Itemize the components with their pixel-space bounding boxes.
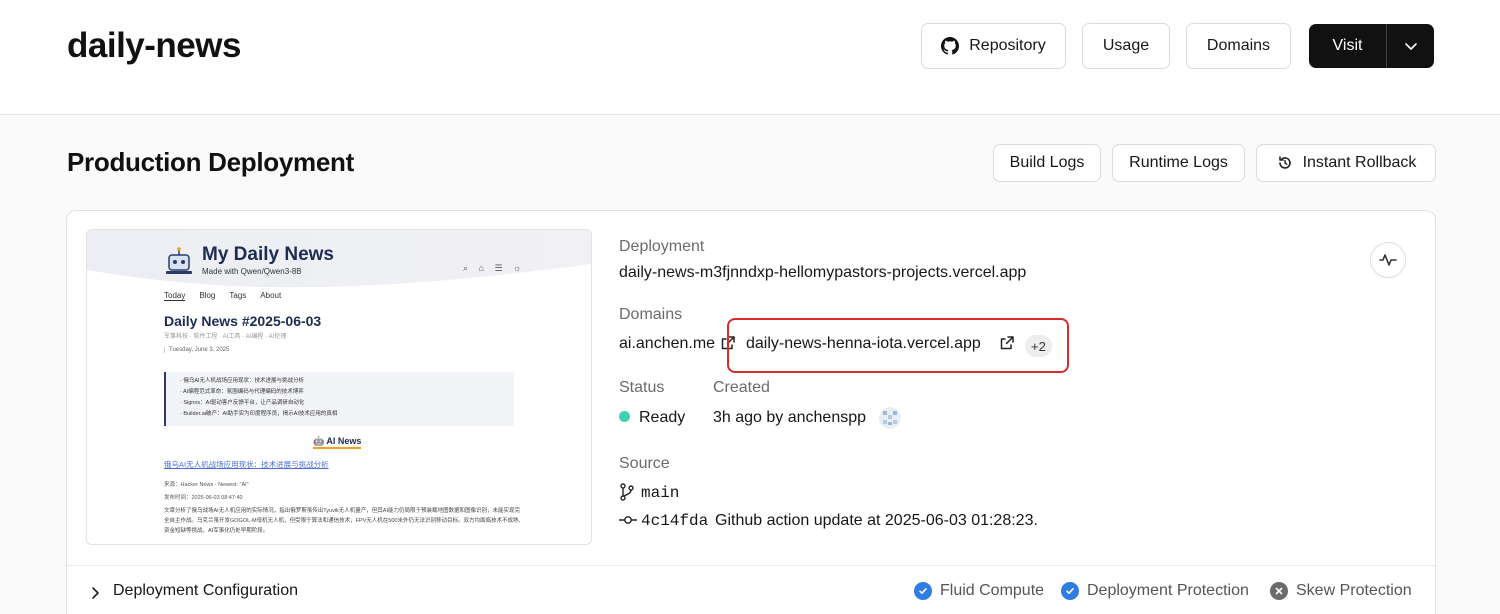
build-logs-button[interactable]: Build Logs — [993, 144, 1101, 182]
preview-site-subtitle: Made with Qwen/Qwen3-8B — [202, 267, 302, 276]
usage-label: Usage — [1102, 37, 1150, 54]
preview-site-title: My Daily News — [202, 244, 334, 265]
avatar[interactable] — [879, 407, 901, 429]
feature-label: Skew Protection — [1296, 582, 1412, 599]
preview-summary-box: · 俄乌AI无人机战场应用现状：技术进展与挑战分析 · AI编程范式革命：氛围编… — [164, 372, 514, 426]
repository-button[interactable]: Repository — [921, 23, 1066, 69]
preview-article-time: 发布时间：2025-06-03 08:47:40 — [164, 495, 243, 501]
deployment-configuration-label: Deployment Configuration — [113, 582, 298, 599]
runtime-logs-label: Runtime Logs — [1129, 154, 1228, 171]
visit-split-button: Visit — [1309, 24, 1434, 68]
activity-button[interactable] — [1370, 242, 1406, 278]
deployment-preview[interactable]: My Daily News Made with Qwen/Qwen3-8B ⌕ … — [86, 229, 592, 545]
instant-rollback-label: Instant Rollback — [1302, 154, 1417, 171]
instant-rollback-button[interactable]: Instant Rollback — [1256, 144, 1436, 182]
preview-nav-item: Tags — [229, 291, 247, 300]
commit-hash[interactable]: 4c14fda — [641, 512, 708, 530]
status-ready-dot — [619, 411, 630, 422]
check-circle-icon — [1061, 582, 1079, 600]
created-value: 3h ago by anchenspp — [713, 409, 867, 426]
preview-summary-item: · Builder.ai破产：AI助手实为印度程序员，揭示AI技术应用的真相 — [180, 411, 338, 417]
source-label: Source — [619, 455, 670, 472]
runtime-logs-button[interactable]: Runtime Logs — [1112, 144, 1245, 182]
chevron-right-icon[interactable] — [87, 585, 103, 601]
repository-label: Repository — [969, 37, 1046, 54]
preview-section-heading: 🤖 AI News — [313, 436, 362, 449]
domain-primary-link[interactable]: ai.anchen.me — [619, 335, 715, 353]
build-logs-label: Build Logs — [1009, 154, 1085, 171]
deployment-label: Deployment — [619, 238, 705, 255]
rollback-icon — [1278, 156, 1291, 169]
project-title: daily-news — [67, 26, 241, 65]
status-label: Status — [619, 379, 665, 396]
preview-nav: Today Blog Tags About — [164, 291, 281, 301]
preview-article-source: 来源：Hacker News - Newest: "AI" — [164, 482, 249, 488]
x-circle-icon — [1270, 582, 1288, 600]
preview-nav-item: About — [260, 291, 282, 300]
github-icon — [941, 37, 960, 55]
source-branch[interactable]: main — [641, 484, 679, 502]
created-label: Created — [713, 379, 770, 396]
deployment-card: My Daily News Made with Qwen/Qwen3-8B ⌕ … — [66, 210, 1436, 614]
feature-skew-protection: Skew Protection — [1270, 582, 1412, 600]
preview-toolbar-icons: ⌕ ⌂ ☰ ☼ — [463, 263, 526, 273]
external-link-icon[interactable] — [1000, 336, 1014, 350]
more-domains-badge[interactable]: +2 — [1025, 335, 1052, 357]
status-value: Ready — [639, 409, 686, 426]
preview-article-body: 文章分析了俄乌战场AI无人机应用的实际情况，指出俄罗斯虽传出Tyuvik无人机量… — [164, 508, 524, 534]
domains-label: Domains — [619, 306, 683, 323]
visit-dropdown-button[interactable] — [1387, 24, 1434, 68]
domain-secondary-link[interactable]: daily-news-henna-iota.vercel.app — [746, 335, 981, 353]
preview-post-title: Daily News #2025-06-03 — [164, 313, 322, 329]
feature-fluid-compute: Fluid Compute — [914, 582, 1044, 600]
domains-button[interactable]: Domains — [1186, 23, 1291, 69]
check-circle-icon — [914, 582, 932, 600]
preview-nav-item: Blog — [199, 291, 216, 300]
preview-post-tags: 军事科技 · 软件工程 · AI工具 · AI编程 · AI伦理 — [164, 334, 287, 340]
activity-icon — [1379, 254, 1397, 266]
preview-post-date: Tuesday, June 3, 2025 — [164, 347, 229, 353]
feature-label: Deployment Protection — [1087, 582, 1249, 599]
robot-logo-icon — [166, 247, 192, 274]
preview-article-link: 俄乌AI无人机战场应用现状：技术进展与挑战分析 — [164, 460, 329, 469]
git-commit-icon — [619, 516, 637, 524]
preview-summary-item: · Signos：AI驱动客户反馈平台，让产品调研自动化 — [180, 400, 305, 406]
project-header: daily-news Repository Usage Domains Visi… — [0, 0, 1500, 115]
usage-button[interactable]: Usage — [1082, 23, 1170, 69]
chevron-down-icon — [1404, 43, 1417, 50]
visit-button[interactable]: Visit — [1309, 24, 1387, 68]
deployment-url[interactable]: daily-news-m3fjnndxp-hellomypastors-proj… — [619, 264, 1026, 282]
preview-summary-item: · 俄乌AI无人机战场应用现状：技术进展与挑战分析 — [180, 378, 305, 384]
preview-nav-item: Today — [164, 291, 186, 301]
domains-label: Domains — [1206, 37, 1271, 54]
deployment-configuration-row[interactable]: Deployment Configuration Fluid Compute D… — [67, 565, 1435, 614]
commit-message: Github action update at 2025-06-03 01:28… — [715, 512, 1038, 529]
feature-deployment-protection: Deployment Protection — [1061, 582, 1249, 600]
preview-summary-item: · AI编程范式革命：氛围编码与代理编码的技术博弈 — [180, 389, 304, 395]
git-branch-icon — [620, 483, 634, 501]
feature-label: Fluid Compute — [940, 582, 1045, 599]
section-title: Production Deployment — [67, 147, 354, 177]
